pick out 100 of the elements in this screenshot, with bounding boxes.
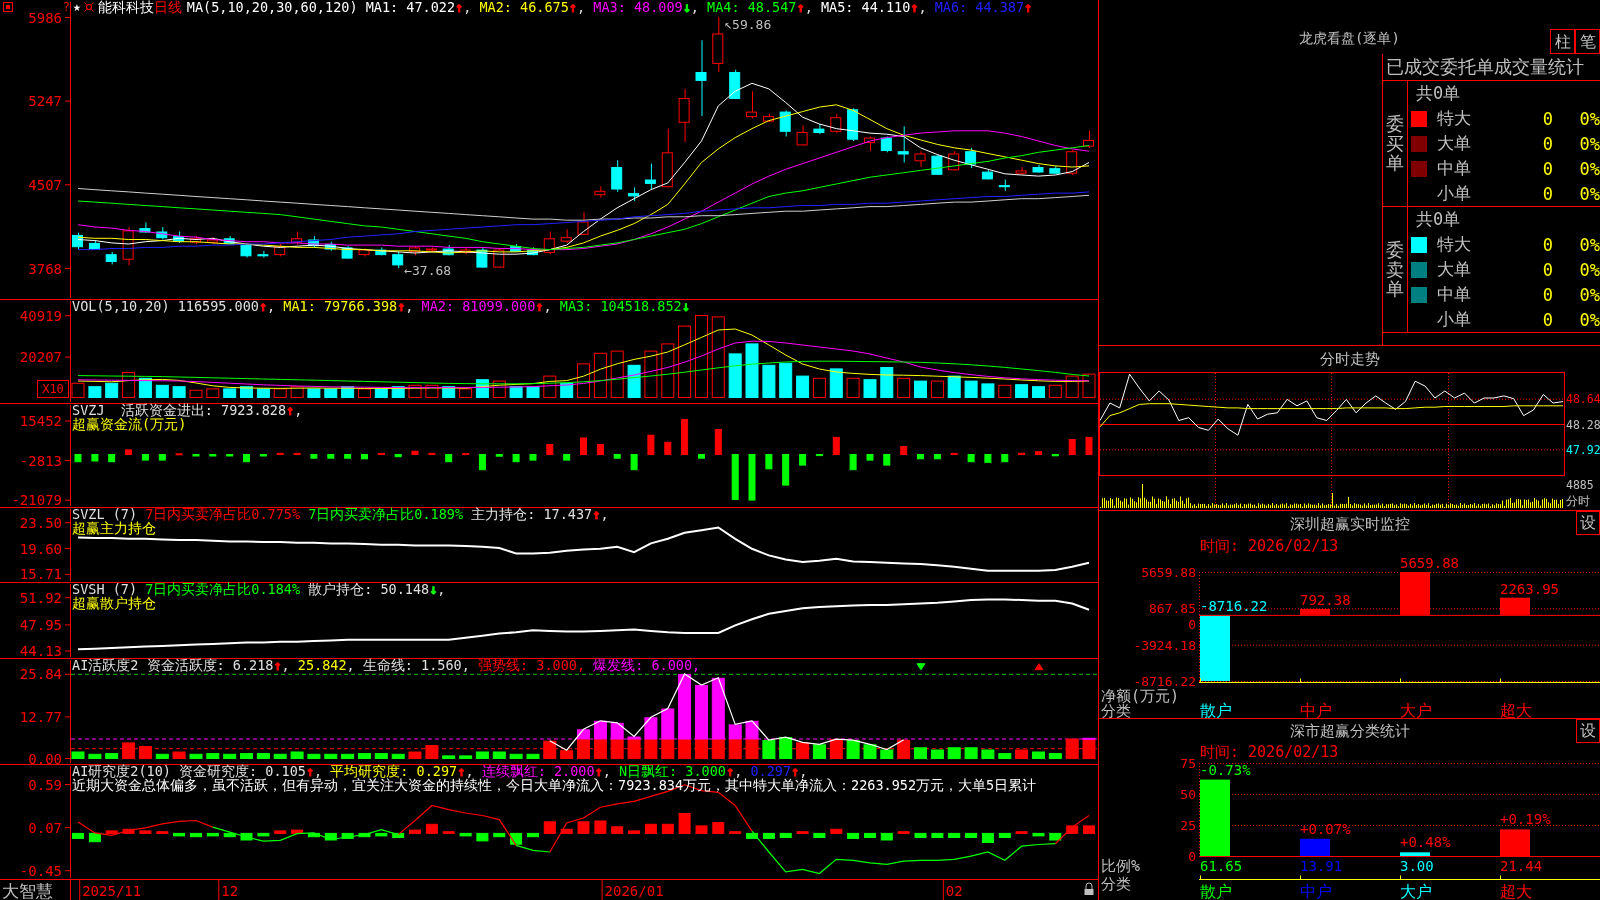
axis-label: 0 [1188,849,1196,864]
indicator-legend: SVSH (7) 7日内买卖净占比0.184% 散户持仓: 50.148↓, [72,582,446,596]
date-label: 02 [945,882,963,899]
chart-subtitle: 时间: 2026/02/13 [1200,743,1339,761]
panel-title: 深圳超赢实时监控 [1289,514,1410,534]
order-count: 0 [1541,108,1553,129]
axis-label: 5659.88 [1141,565,1196,580]
category-label: 大户 [1400,701,1432,718]
axis-label: 19.60 [19,540,62,557]
value-label: -8716.22 [1200,597,1268,614]
unit-label: X10 [37,380,69,398]
category-label: 散户 [1200,882,1232,900]
value-label: 61.65 [1200,858,1243,874]
indicator-legend: AI活跃度2 资金活跃度: 6.218↑, 25.842, 生命线: 1.560, 强势线: 3.000, 爆发线: 6.000, [72,658,701,672]
axis-label: -21079 [11,492,62,508]
axis-label: -2813 [19,452,62,469]
order-count: 0 [1541,133,1553,154]
price-annotation: ←37.68 [404,262,452,278]
order-count: 0 [1541,284,1553,305]
date-label: 2026/01 [604,882,664,899]
indicator-legend: 超赢主力持仓 [72,521,156,535]
axis-label: 40919 [19,307,62,324]
axis-label: 5986 [28,9,62,26]
value-label: 21.44 [1500,858,1543,874]
order-size-label: 中单 [1437,283,1471,306]
category-label: 中户 [1300,882,1332,900]
value-label: 5659.88 [1400,555,1459,571]
group-label: 委买单 [1386,113,1404,174]
axis-label: 15.71 [19,566,62,583]
group-label: 委卖单 [1386,239,1404,300]
axis-label: 50 [1180,787,1196,802]
group-total: 共0单 [1416,208,1461,231]
volume-share: 0% [1578,309,1600,330]
indicator-legend: 超赢散户持仓 [72,596,156,610]
value-label: +0.19% [1500,811,1551,828]
panel-title: 龙虎看盘(逐单) [1299,30,1400,48]
order-size-label: 小单 [1437,308,1471,331]
order-count: 0 [1541,183,1553,204]
order-count: 0 [1541,158,1553,179]
indicator-legend: 超赢资金流(万元) [72,417,187,431]
value-label: 3.00 [1400,858,1434,874]
category-label: 散户 [1200,701,1232,718]
value-label: 2263.95 [1500,580,1559,597]
group-total: 共0单 [1416,82,1461,105]
order-size-label: 中单 [1437,157,1471,180]
indicator-legend: SVZL (7) 7日内买卖净占比0.775% 7日内买卖净占比0.189% 主力持仓: 17.437↑, [72,507,609,521]
value-label: +0.48% [1400,834,1451,851]
order-size-label: 小单 [1437,182,1471,205]
date-label: 2025/11 [82,882,142,899]
volume-share: 0% [1578,158,1600,179]
indicator-legend: AI研究度2(10) 资金研究度: 0.105↑, 平均研究度: 0.297↑, 连续飘红: 2.000↑, N日飘红: 3.000↑, 0.297↑, [72,764,808,778]
reference-label: 0 [1188,616,1196,632]
axis-title: 分时 [1566,494,1590,508]
axis-label: 3768 [28,260,62,277]
category-label: 超大 [1500,882,1532,900]
axis-label: 48.64 [1566,392,1600,407]
y-axis-title: X10 [42,382,64,396]
axis-label: 0.59 [28,776,62,793]
indicator-legend: MA(5,10,20,30,60,120) MA1: 47.022↑, MA2: 46.675↑, MA3: 48.009↓, MA4: 48.547↑, MA5: 44.110↑, MA6: 44.387↑ [186,0,1033,14]
axis-label: 51.92 [19,589,62,606]
brand-name: 大智慧 [2,881,53,900]
price-annotation: ↖59.86 [724,16,772,32]
axis-label: 4507 [28,176,62,193]
chart-subtitle: 时间: 2026/02/13 [1200,537,1339,555]
volume-share: 0% [1578,108,1600,129]
axis-label: 20207 [19,349,62,366]
axis-label: 15452 [19,413,62,429]
axis-label: 0.00 [28,750,62,765]
category-label: 大户 [1400,882,1432,900]
category-label: 中户 [1300,701,1332,718]
date-label: 12 [221,882,239,899]
volume-share: 0% [1578,183,1600,204]
volume-share: 0% [1578,259,1600,280]
order-size-label: 大单 [1437,132,1471,155]
axis-label: 47.92 [1566,442,1600,457]
panel-title: 深市超赢分类统计 [1289,721,1410,741]
panel-title: 分时走势 [1319,349,1380,369]
volume-share: 0% [1578,284,1600,305]
order-size-label: 特大 [1437,233,1471,256]
axis-label: 47.95 [19,616,62,633]
axis-label: 44.13 [19,643,62,659]
order-count: 0 [1541,234,1553,255]
axis-title: 分类 [1101,875,1131,893]
axis-label: 25.84 [19,666,62,683]
axis-label: 48.28 [1566,417,1600,432]
volume-share: 0% [1578,234,1600,255]
axis-label: -0.45 [19,862,62,879]
order-size-label: 特大 [1437,107,1471,130]
axis-title: 比例% [1101,857,1141,875]
order-size-label: 大单 [1437,258,1471,281]
axis-label: 4885 [1566,478,1594,492]
volume-share: 0% [1578,133,1600,154]
indicator-legend: VOL(5,10,20) 116595.000↑, MA1: 79766.398↑, MA2: 81099.000↑, MA3: 104518.852↓ [72,299,690,313]
table-title: 已成交委托单成交量统计 [1386,56,1584,77]
value-label: +0.07% [1300,820,1351,837]
indicator-legend: SVZJ 活跃资金进出: 7923.828↑, [72,403,303,417]
stock-name: 能科科技 [97,0,154,14]
axis-label: -3924.18 [1133,637,1196,653]
axis-label: 5247 [28,93,62,110]
value-label: -0.73% [1200,761,1251,778]
